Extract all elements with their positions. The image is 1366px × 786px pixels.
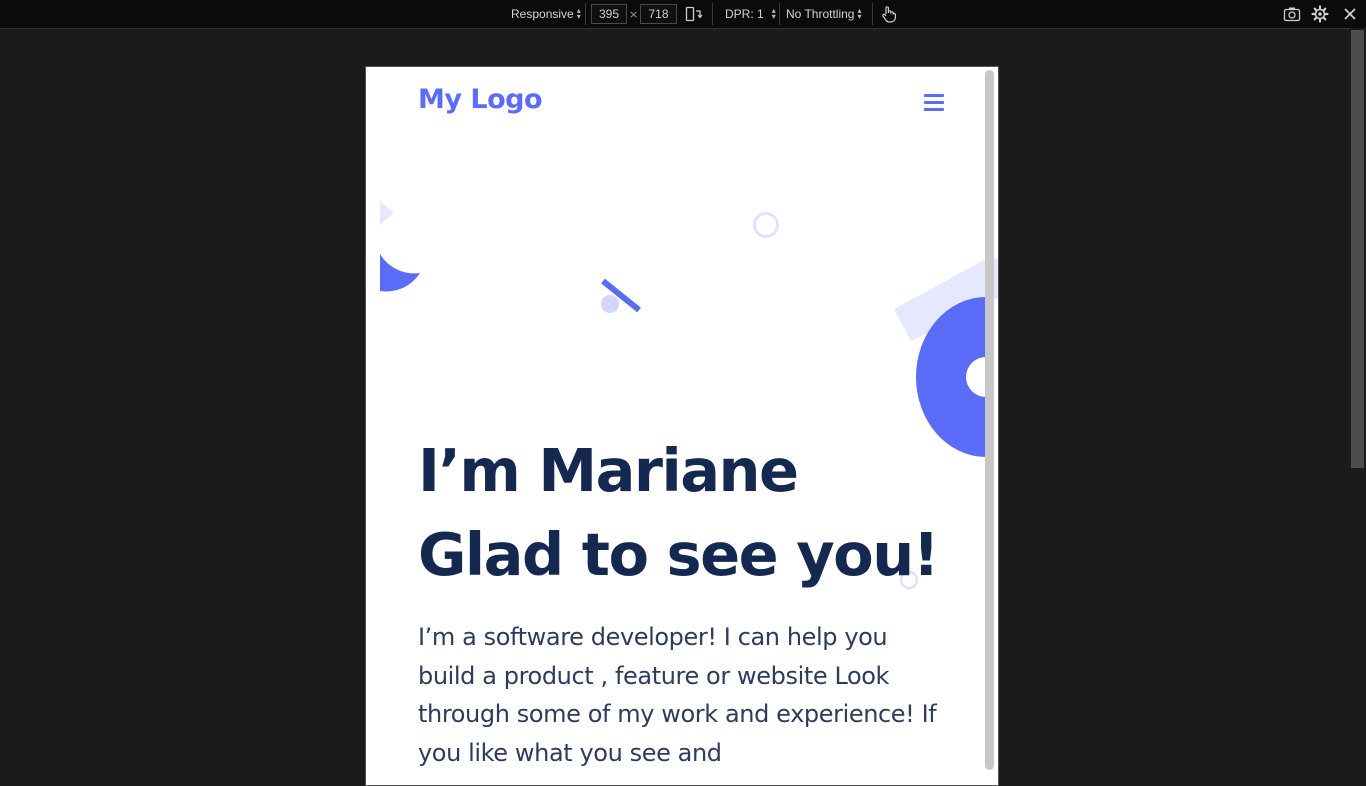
page-scrollbar[interactable]	[985, 70, 994, 770]
responsive-viewport[interactable]: My Logo I’m Mariane Glad to see you! I’m…	[365, 66, 999, 786]
throttling-select[interactable]: No Throttling ▴ ▾	[786, 0, 862, 28]
throttling-label: No Throttling	[786, 7, 855, 21]
screenshot-button[interactable]	[1282, 4, 1302, 24]
settings-gear-icon	[1311, 5, 1329, 23]
half-circle-shape	[380, 254, 420, 292]
rotate-device-button[interactable]	[684, 4, 704, 24]
touch-simulation-button[interactable]	[879, 4, 899, 24]
dot-shape	[601, 295, 619, 313]
select-caret-icon: ▴ ▾	[576, 6, 581, 21]
site-logo[interactable]: My Logo	[418, 84, 543, 115]
hamburger-menu-icon	[924, 94, 944, 97]
dimension-separator: ×	[629, 7, 639, 21]
responsive-toolbar: Responsive ▴ ▾ 395 × 718 DPR: 1 ▴ ▾ No Thr…	[0, 0, 1366, 29]
toolbar-divider	[585, 3, 586, 25]
touch-simulation-icon	[882, 6, 896, 23]
window-scrollbar-thumb[interactable]	[1351, 30, 1364, 468]
device-mode-select[interactable]: Responsive ▴ ▾	[511, 0, 581, 28]
screenshot-icon	[1283, 7, 1301, 22]
settings-button[interactable]	[1310, 4, 1330, 24]
ring-shape	[753, 212, 779, 238]
dpr-select[interactable]: DPR: 1 ▴ ▾	[725, 0, 776, 28]
viewport-width-input[interactable]: 395	[591, 4, 627, 24]
triangle-shape	[380, 201, 394, 225]
dpr-label: DPR: 1	[725, 7, 764, 21]
rotate-device-icon	[685, 6, 703, 22]
select-caret-icon: ▴ ▾	[771, 6, 776, 21]
hero-intro-text: I’m a software developer! I can help you…	[418, 623, 937, 767]
hamburger-bar	[924, 108, 944, 111]
toolbar-divider	[779, 3, 780, 25]
close-icon	[1344, 8, 1356, 20]
close-button[interactable]	[1340, 4, 1360, 24]
hamburger-bar	[924, 101, 944, 104]
headline-line-2: Glad to see you!	[418, 520, 940, 589]
select-caret-icon: ▴ ▾	[857, 6, 862, 21]
toolbar-divider	[712, 3, 713, 25]
hero-headline: I’m Mariane Glad to see you!	[418, 429, 998, 597]
hamburger-menu-button[interactable]	[924, 94, 944, 112]
toolbar-divider	[872, 3, 873, 25]
headline-line-1: I’m Mariane	[418, 436, 799, 505]
device-mode-label: Responsive	[511, 7, 574, 21]
viewport-height-input[interactable]: 718	[640, 4, 677, 24]
